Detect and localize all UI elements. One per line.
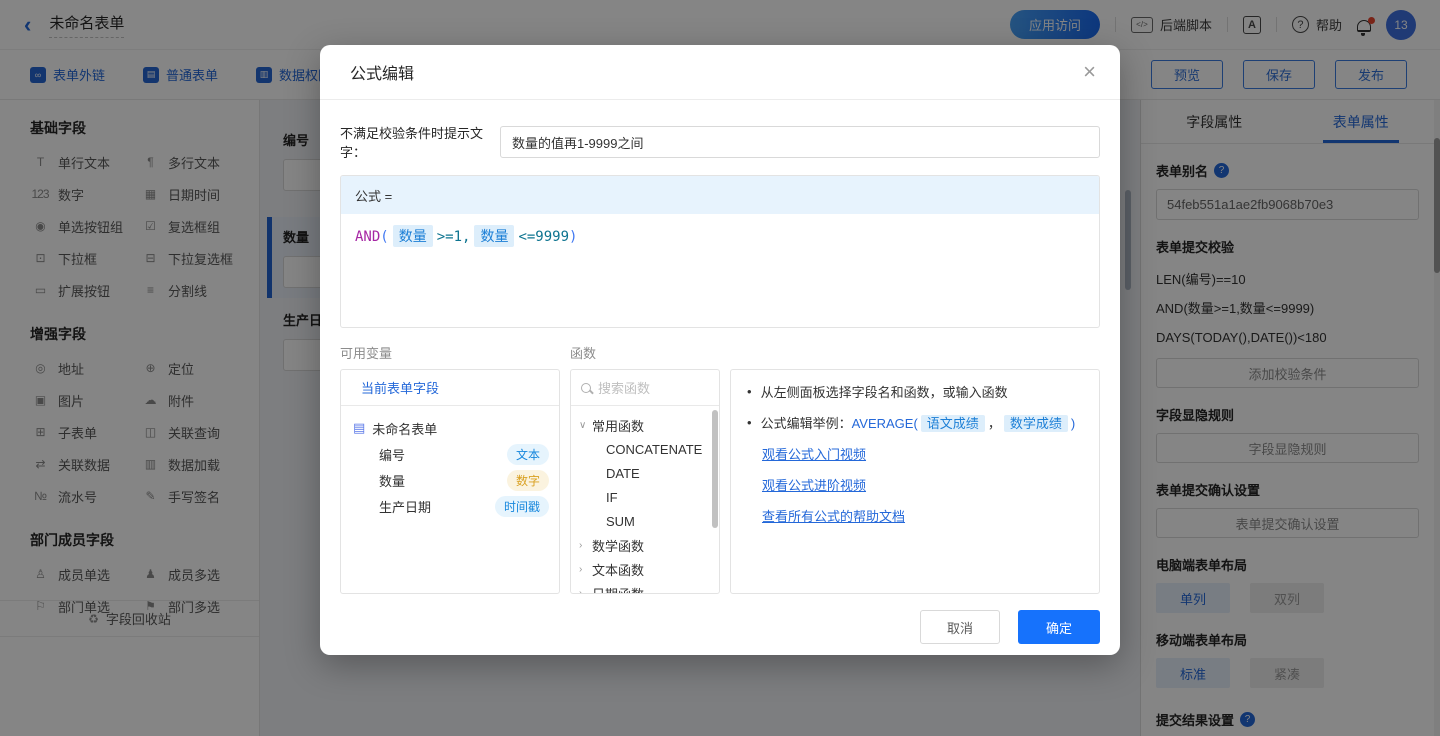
field-type-tag: 文本	[507, 444, 549, 465]
search-placeholder: 搜索函数	[598, 378, 650, 397]
panel-labels: 可用变量 函数	[340, 343, 1100, 362]
variables-panel: 当前表单字段 ▤ 未命名表单 编号 文本 数量 数字	[340, 369, 560, 594]
modal-footer: 取消 确定	[320, 599, 1120, 655]
help-example: • 公式编辑举例：AVERAGE(语文成绩，数学成绩)	[747, 413, 1083, 432]
formula-token: AND	[355, 229, 380, 245]
modal-header: 公式编辑 ×	[320, 45, 1120, 100]
function-label: 日期函数	[592, 584, 644, 595]
example-chip: 数学成绩	[1004, 415, 1068, 432]
functions-scrollbar[interactable]	[712, 408, 718, 591]
variables-field-list: 编号 文本 数量 数字 生产日期 时间戳	[353, 441, 549, 519]
function-label: CONCATENATE	[606, 442, 702, 457]
example-label: 公式编辑举例：	[761, 416, 852, 431]
formula-token: )	[569, 229, 577, 245]
function-tree-row[interactable]: › 日期函数	[579, 581, 715, 594]
tree-arrow-icon: ›	[579, 588, 592, 595]
help-link[interactable]: 查看所有公式的帮助文档	[762, 506, 1083, 525]
tree-arrow-icon: ›	[579, 564, 592, 575]
function-label: IF	[606, 490, 618, 505]
function-label: 常用函数	[592, 416, 644, 435]
function-tree-row[interactable]: SUM	[579, 509, 715, 533]
tree-arrow-icon: ∨	[579, 420, 592, 431]
formula-token: 数量	[393, 225, 433, 247]
functions-panel: 搜索函数 ∨ 常用函数 CONCATENATE DATE	[570, 369, 720, 594]
functions-scrollbar-thumb[interactable]	[712, 410, 718, 528]
variable-field-label: 编号	[379, 445, 405, 464]
tree-arrow-icon: ›	[579, 540, 592, 551]
bullet-dot: •	[747, 415, 752, 430]
formula-token: >=1,	[437, 229, 471, 245]
help-link[interactable]: 观看公式进阶视频	[762, 475, 1083, 494]
formula-editor-header: 公式 =	[341, 176, 1099, 214]
formula-editor-body[interactable]: AND(数量>=1,数量<=9999)	[341, 214, 1099, 328]
function-label: 文本函数	[592, 560, 644, 579]
prompt-row: 不满足校验条件时提示文字：	[340, 123, 1100, 161]
help-link[interactable]: 观看公式入门视频	[762, 444, 1083, 463]
formula-token: (	[380, 229, 388, 245]
function-tree-row[interactable]: ∨ 常用函数	[579, 413, 715, 437]
modal-body: 不满足校验条件时提示文字： 公式 = AND(数量>=1,数量<=9999) 可…	[320, 123, 1120, 594]
search-icon	[581, 383, 591, 393]
variables-root-label: 未命名表单	[372, 419, 437, 438]
variable-field-item[interactable]: 数量 数字	[353, 467, 549, 493]
help-links: 观看公式入门视频观看公式进阶视频查看所有公式的帮助文档	[747, 444, 1083, 525]
example-chip: 语文成绩	[921, 415, 985, 432]
variables-tree-root[interactable]: ▤ 未命名表单	[353, 415, 549, 441]
variable-field-label: 生产日期	[379, 497, 431, 516]
example-function: AVERAGE(	[852, 416, 918, 431]
bullet-dot: •	[747, 384, 752, 399]
function-search[interactable]: 搜索函数	[571, 370, 719, 406]
current-form-fields-tab[interactable]: 当前表单字段	[341, 370, 559, 406]
example-close: )	[1071, 416, 1075, 431]
function-label: 数学函数	[592, 536, 644, 555]
example-comma: ，	[988, 416, 1001, 431]
prompt-label: 不满足校验条件时提示文字：	[340, 123, 500, 161]
panels-row: 当前表单字段 ▤ 未命名表单 编号 文本 数量 数字	[340, 369, 1100, 594]
formula-token: 数量	[474, 225, 514, 247]
function-tree-row[interactable]: IF	[579, 485, 715, 509]
modal-title: 公式编辑	[350, 60, 1083, 84]
help-tip-1: • 从左侧面板选择字段名和函数，或输入函数	[747, 382, 1083, 401]
help-panel: • 从左侧面板选择字段名和函数，或输入函数 • 公式编辑举例：AVERAGE(语…	[730, 369, 1100, 594]
functions-label: 函数	[570, 343, 596, 362]
formula-editor: 公式 = AND(数量>=1,数量<=9999)	[340, 175, 1100, 328]
close-icon[interactable]: ×	[1083, 61, 1096, 83]
prompt-text-input[interactable]	[500, 126, 1100, 158]
variable-field-label: 数量	[379, 471, 405, 490]
field-type-tag: 数字	[507, 470, 549, 491]
formula-token: <=9999	[518, 229, 569, 245]
function-tree-row[interactable]: CONCATENATE	[579, 437, 715, 461]
function-label: SUM	[606, 514, 635, 529]
formula-edit-modal: 公式编辑 × 不满足校验条件时提示文字： 公式 = AND(数量>=1,数量<=…	[320, 45, 1120, 655]
confirm-button[interactable]: 确定	[1018, 610, 1100, 644]
function-tree-row[interactable]: DATE	[579, 461, 715, 485]
form-doc-icon: ▤	[353, 420, 365, 436]
field-type-tag: 时间戳	[495, 496, 549, 517]
function-tree-row[interactable]: › 文本函数	[579, 557, 715, 581]
variables-label: 可用变量	[340, 343, 570, 362]
functions-tree: ∨ 常用函数 CONCATENATE DATE IF	[571, 406, 719, 594]
variables-tree: ▤ 未命名表单 编号 文本 数量 数字 生产日期	[341, 406, 559, 519]
function-tree-row[interactable]: › 数学函数	[579, 533, 715, 557]
cancel-button[interactable]: 取消	[920, 610, 1000, 644]
variable-field-item[interactable]: 生产日期 时间戳	[353, 493, 549, 519]
variable-field-item[interactable]: 编号 文本	[353, 441, 549, 467]
function-label: DATE	[606, 466, 640, 481]
